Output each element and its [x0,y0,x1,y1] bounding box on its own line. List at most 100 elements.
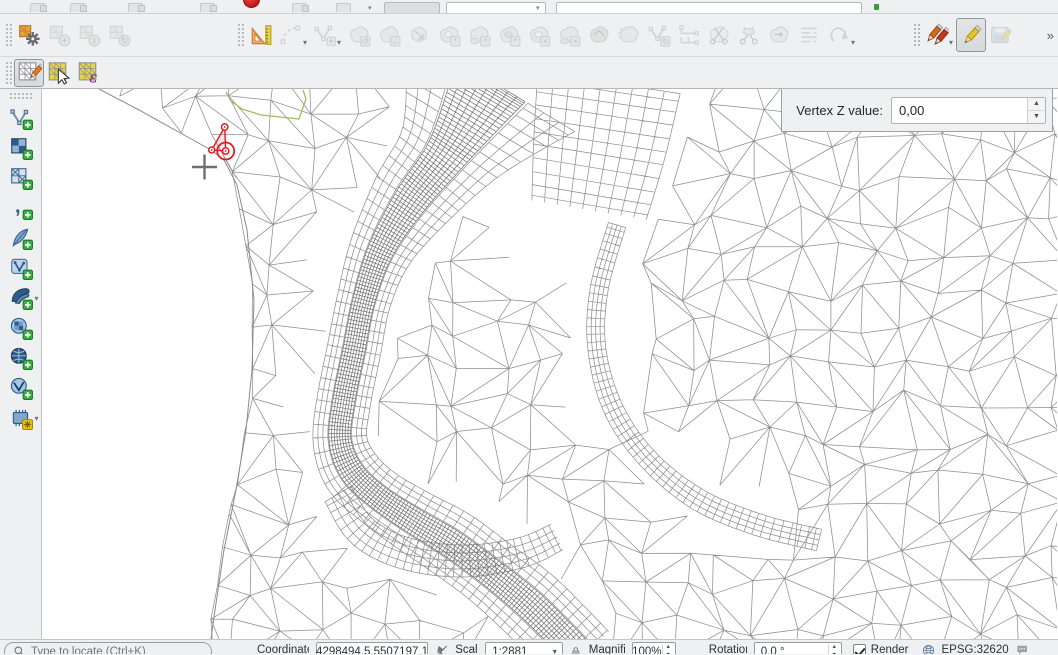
toolbar-handle[interactable] [4,60,12,86]
coordinate-label: Coordinate [257,642,309,654]
vertex-z-input[interactable] [891,97,1046,124]
spin-up-icon[interactable]: ▲ [1028,98,1045,111]
scale-label: Scale [455,642,478,654]
crs-globe-icon[interactable] [921,643,936,654]
trim-extend-button[interactable] [674,18,704,52]
toolbar-handle[interactable] [912,22,920,48]
svg-text:i: i [93,36,95,46]
toolbar-handle[interactable] [4,22,12,48]
add-wms-layer-button[interactable] [4,313,38,343]
add-spatialite-layer-button[interactable] [4,223,38,253]
offset-curve-button[interactable] [614,18,644,52]
dropdown-caret-icon[interactable]: ▾ [35,414,42,423]
qgis-window: ▾ ▾ +i↻▾▾↺↔***××↻▾▾» ε ,▾▾ Vertex Z valu… [0,0,1058,655]
add-wfs-layer-button[interactable] [4,373,38,403]
split-parts-button[interactable] [734,18,764,52]
toggle-editing-button[interactable] [956,18,986,52]
dropdown-caret-icon[interactable]: ▾ [536,4,540,12]
split-parts-icon [737,23,761,47]
mesh-add-button[interactable]: + [44,18,74,52]
vertex-z-spinbox[interactable]: ▲ ▼ [891,97,1046,124]
delete-part-icon: × [557,23,581,47]
add-ring-button[interactable]: * [434,18,464,52]
messages-icon[interactable] [1016,643,1028,654]
stream-digitize-button[interactable] [310,18,340,52]
mesh-reload-icon: ↻ [107,23,131,47]
merge-attributes-button[interactable] [794,18,824,52]
locate-search-box[interactable] [4,642,212,654]
spin-down-icon[interactable]: ▼ [829,652,840,655]
save-layer-edits-button[interactable] [986,18,1016,52]
add-wcs-layer-button[interactable] [4,343,38,373]
add-part-button[interactable]: * [464,18,494,52]
add-vector-layer-icon [9,106,33,130]
simplify-feature-button[interactable] [404,18,434,52]
mesh-info-button[interactable]: i [74,18,104,52]
dropdown-caret-icon[interactable]: ▾ [35,294,42,303]
rotation-spinbox[interactable]: 0.0 ° ▲▼ [754,642,842,654]
spin-up-icon[interactable]: ▲ [829,644,840,652]
rotate-point-symbols-button[interactable] [824,18,854,52]
combo-caret-icon[interactable]: ▼ [551,649,558,654]
vertex-tool-button[interactable]: ↻ [644,18,674,52]
spin-buttons[interactable]: ▲▼ [662,644,674,654]
dropdown-caret-icon[interactable]: ▾ [368,4,372,12]
map-canvas[interactable]: Vertex Z value: ▲ ▼ [42,89,1058,639]
add-mesh-layer-button[interactable] [4,163,38,193]
spin-down-icon[interactable]: ▼ [663,652,674,655]
transform-mesh-vertices-button[interactable]: ε [74,59,104,87]
fill-ring-button[interactable]: * [494,18,524,52]
svg-text:+: + [62,36,67,46]
lock-scale-icon[interactable] [570,644,582,654]
delete-part-button[interactable]: × [554,18,584,52]
clipped-input[interactable] [446,2,546,14]
coordinate-box[interactable]: 4298494.5,5507197.1 [316,642,428,654]
crs-label: EPSG:32620 [941,642,1008,654]
locate-input[interactable] [31,646,191,655]
clipped-input[interactable] [556,2,862,14]
current-edits-button[interactable] [922,18,952,52]
svg-text:×: × [543,37,548,46]
add-point-cloud-layer-button[interactable]: ▾ [4,283,38,313]
select-mesh-elements-button[interactable] [44,59,74,87]
mesh-layer-graphic [42,89,1057,639]
toolbar-overflow-chevrons-icon[interactable]: » [1047,28,1053,43]
extents-toggle-icon[interactable] [435,643,448,654]
add-sensorthings-layer-button[interactable]: ▾ [4,403,38,433]
clipped-green-icon [874,4,879,10]
add-raster-layer-button[interactable] [4,133,38,163]
magnifier-label: Magnifier [589,642,625,654]
add-delimited-text-layer-button[interactable]: , [4,193,38,223]
spin-up-icon[interactable]: ▲ [663,644,674,652]
move-feature-button[interactable]: ↔ [374,18,404,52]
merge-features-button[interactable] [764,18,794,52]
add-wms-layer-icon [9,316,33,340]
digitize-mesh-elements-button[interactable] [14,59,44,87]
spin-down-icon[interactable]: ▼ [1028,111,1045,123]
render-checkbox[interactable] [853,644,866,654]
reshape-button[interactable] [584,18,614,52]
rotation-value: 0.0 ° [761,646,785,655]
toolbar-handle[interactable] [236,22,244,48]
rotate-feature-button[interactable]: ↺ [344,18,374,52]
toolbar-top-clipped: ▾ ▾ [0,0,1058,14]
clipped-combobox[interactable] [384,2,440,14]
map-crosshair-cursor [192,155,217,180]
add-vector-layer-button[interactable] [4,103,38,133]
add-part-icon: * [467,23,491,47]
delete-ring-button[interactable]: × [524,18,554,52]
scale-combobox[interactable]: 1:2881 ▼ [485,642,563,654]
clipped-badge-icon [302,5,309,12]
add-virtual-layer-button[interactable] [4,253,38,283]
spin-buttons[interactable]: ▲▼ [828,644,840,654]
cad-tools-button[interactable] [246,18,276,52]
split-features-button[interactable] [704,18,734,52]
clipped-toolbar-button[interactable] [336,3,351,12]
toolbar-handle[interactable] [9,92,33,100]
mesh-options-button[interactable] [14,18,44,52]
digitize-curve-icon [279,23,303,47]
magnifier-spinbox[interactable]: 100% ▲▼ [632,642,676,654]
mesh-reload-button[interactable]: ↻ [104,18,134,52]
vertex-z-spin-buttons[interactable]: ▲ ▼ [1027,98,1045,123]
digitize-curve-button[interactable] [276,18,306,52]
